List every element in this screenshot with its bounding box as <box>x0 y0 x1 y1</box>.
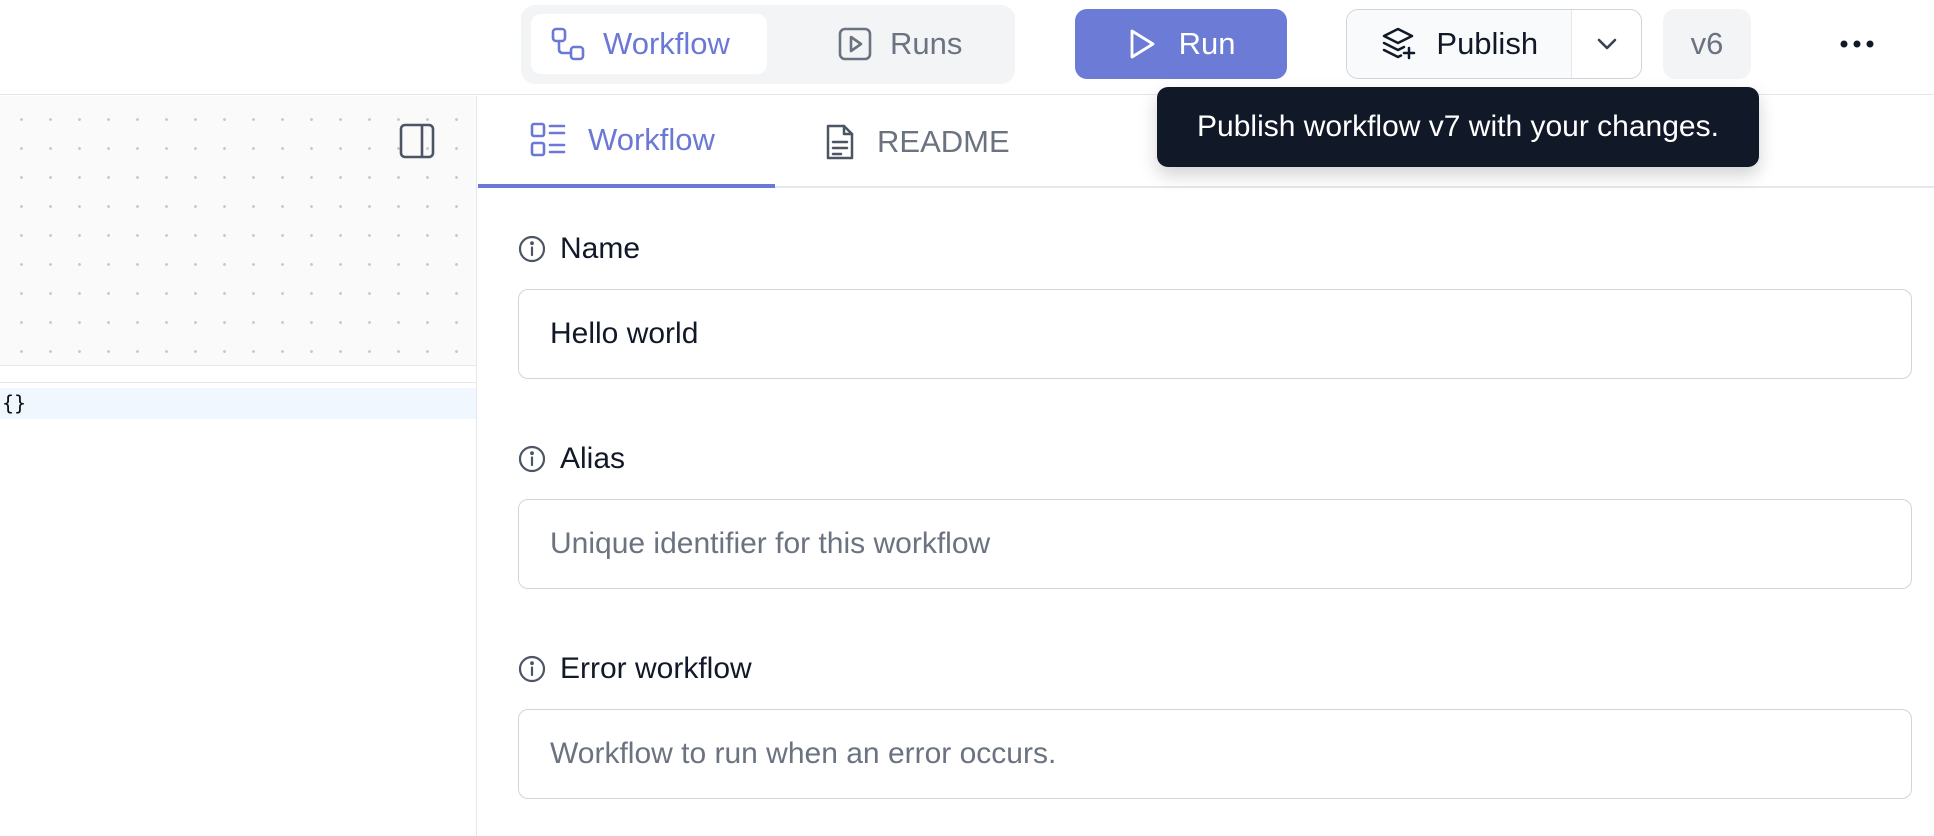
error-workflow-label-text: Error workflow <box>560 652 752 685</box>
document-icon <box>826 124 854 160</box>
publish-options-dropdown[interactable] <box>1571 10 1641 78</box>
workflow-canvas[interactable] <box>0 96 476 366</box>
name-label-text: Name <box>560 232 641 265</box>
publish-button[interactable]: Publish <box>1347 10 1572 78</box>
list-layout-icon <box>530 122 566 157</box>
panel-toggle-button[interactable] <box>398 122 436 160</box>
version-label: v6 <box>1690 26 1724 61</box>
tab-readme[interactable]: README <box>825 96 1010 188</box>
error-workflow-input[interactable] <box>518 709 1912 799</box>
layers-plus-icon <box>1383 27 1416 60</box>
run-button[interactable]: Run <box>1075 9 1287 79</box>
top-toolbar: Workflow Runs Run Publish v6 <box>0 0 1934 95</box>
view-toggle-workflow-label: Workflow <box>603 26 730 61</box>
play-icon <box>1130 29 1154 59</box>
workflow-editor: Workflow Runs Run Publish v6 {} Workflow… <box>0 0 1934 836</box>
alias-label-text: Alias <box>560 442 626 475</box>
more-horizontal-icon <box>1840 40 1874 48</box>
more-options-button[interactable] <box>1830 22 1884 66</box>
view-toggle-runs-label: Runs <box>890 26 963 61</box>
run-button-label: Run <box>1178 26 1236 61</box>
view-toggle-workflow[interactable]: Workflow <box>531 14 767 74</box>
name-label: Name <box>518 231 640 267</box>
divider <box>0 382 476 383</box>
publish-button-label: Publish <box>1436 26 1539 61</box>
version-badge[interactable]: v6 <box>1663 9 1751 79</box>
error-workflow-label: Error workflow <box>518 651 752 687</box>
sidebar-panel-icon <box>399 123 435 159</box>
view-toggle: Workflow Runs <box>521 5 1015 84</box>
chevron-down-icon <box>1597 38 1617 50</box>
info-icon[interactable] <box>518 235 546 263</box>
tab-readme-label: README <box>877 124 1010 159</box>
tab-workflow[interactable]: Workflow <box>478 96 775 188</box>
alias-label: Alias <box>518 441 625 477</box>
publish-tooltip: Publish workflow v7 with your changes. <box>1157 87 1759 167</box>
name-input[interactable] <box>518 289 1912 379</box>
view-toggle-runs[interactable]: Runs <box>818 14 1008 74</box>
publish-button-group: Publish <box>1346 9 1642 79</box>
info-icon[interactable] <box>518 445 546 473</box>
play-square-icon <box>838 27 872 61</box>
left-panel: {} <box>0 96 477 836</box>
info-icon[interactable] <box>518 655 546 683</box>
alias-input[interactable] <box>518 499 1912 589</box>
workflow-nodes-icon <box>551 27 585 61</box>
json-editor-line[interactable]: {} <box>0 388 476 419</box>
tab-workflow-label: Workflow <box>588 122 715 157</box>
